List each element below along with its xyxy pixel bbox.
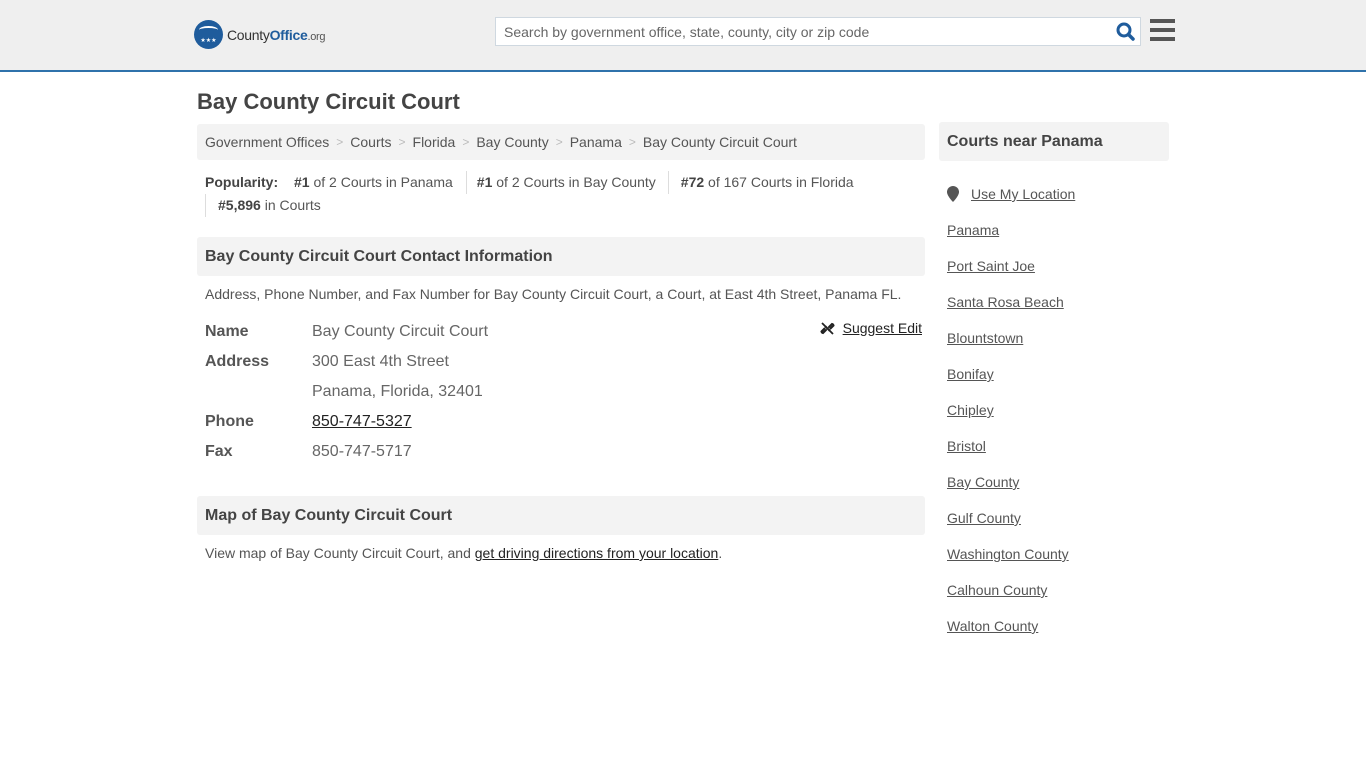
list-item: Gulf County [947, 500, 1169, 536]
search-button[interactable] [1110, 18, 1140, 45]
nearby-link-port-saint-joe[interactable]: Port Saint Joe [947, 258, 1035, 274]
logo-text: CountyOffice.org [227, 26, 326, 43]
nearby-courts-list: Use My Location Panama Port Saint Joe Sa… [939, 176, 1169, 644]
search-bar [495, 17, 1141, 46]
nearby-link-bristol[interactable]: Bristol [947, 438, 986, 454]
site-header: ★★★ CountyOffice.org [0, 0, 1366, 72]
list-item: Calhoun County [947, 572, 1169, 608]
hamburger-menu-icon[interactable] [1150, 19, 1175, 41]
list-item: Walton County [947, 608, 1169, 644]
list-item: Blountstown [947, 320, 1169, 356]
contact-section-heading: Bay County Circuit Court Contact Informa… [197, 237, 925, 276]
phone-link[interactable]: 850-747-5327 [312, 413, 412, 430]
address-row-2: Panama, Florida, 32401 [205, 377, 925, 407]
breadcrumb-separator: > [398, 135, 406, 149]
popularity-item: #1 of 2 Courts in Bay County [465, 171, 666, 194]
name-value: Bay County Circuit Court [312, 323, 489, 340]
breadcrumb-bay-county[interactable]: Bay County [476, 134, 548, 150]
address-label: Address [205, 353, 270, 370]
driving-directions-link[interactable]: get driving directions from your locatio… [475, 545, 719, 561]
list-item: Panama [947, 212, 1169, 248]
popularity-label: Popularity: [205, 174, 279, 190]
contact-description: Address, Phone Number, and Fax Number fo… [205, 286, 902, 302]
eagle-logo-icon: ★★★ [194, 20, 223, 49]
suggest-edit-link[interactable]: Suggest Edit [843, 320, 922, 336]
nearby-link-bonifay[interactable]: Bonifay [947, 366, 994, 382]
breadcrumb-courts[interactable]: Courts [350, 134, 391, 150]
suggest-edit[interactable]: Suggest Edit [820, 320, 922, 336]
breadcrumb-current: Bay County Circuit Court [642, 134, 797, 150]
breadcrumb-separator: > [336, 135, 344, 149]
name-label: Name [205, 323, 249, 340]
nearby-link-santa-rosa-beach[interactable]: Santa Rosa Beach [947, 294, 1064, 310]
map-section-heading: Map of Bay County Circuit Court [197, 496, 925, 535]
nearby-link-blountstown[interactable]: Blountstown [947, 330, 1023, 346]
list-item: Santa Rosa Beach [947, 284, 1169, 320]
fax-row: Fax 850-747-5717 [205, 437, 925, 467]
address-line1: 300 East 4th Street [312, 353, 449, 370]
site-logo[interactable]: ★★★ CountyOffice.org [194, 20, 326, 49]
list-item: Bay County [947, 464, 1169, 500]
contact-details: Suggest Edit Name Bay County Circuit Cou… [205, 317, 925, 467]
phone-label: Phone [205, 413, 254, 430]
breadcrumb-separator: > [555, 135, 563, 149]
popularity-stats: Popularity: #1 of 2 Courts in Panama #1 o… [205, 171, 925, 217]
list-item: Chipley [947, 392, 1169, 428]
breadcrumb-florida[interactable]: Florida [413, 134, 456, 150]
breadcrumb: Government Offices > Courts > Florida > … [197, 124, 925, 160]
sidebar-heading: Courts near Panama [939, 122, 1169, 161]
phone-row: Phone 850-747-5327 [205, 407, 925, 437]
breadcrumb-separator: > [628, 135, 636, 149]
search-input[interactable] [496, 18, 1110, 45]
map-description: View map of Bay County Circuit Court, an… [205, 545, 723, 561]
use-my-location[interactable]: Use My Location [947, 176, 1169, 212]
address-row: Address 300 East 4th Street [205, 347, 925, 377]
page-title: Bay County Circuit Court [197, 89, 460, 114]
name-row: Name Bay County Circuit Court [205, 317, 925, 347]
nearby-link-washington-county[interactable]: Washington County [947, 546, 1069, 562]
use-my-location-link[interactable]: Use My Location [971, 186, 1075, 202]
breadcrumb-panama[interactable]: Panama [570, 134, 622, 150]
list-item: Port Saint Joe [947, 248, 1169, 284]
list-item: Washington County [947, 536, 1169, 572]
fax-value: 850-747-5717 [312, 443, 412, 460]
nearby-link-calhoun-county[interactable]: Calhoun County [947, 582, 1047, 598]
nearby-link-walton-county[interactable]: Walton County [947, 618, 1038, 634]
breadcrumb-government-offices[interactable]: Government Offices [205, 134, 329, 150]
breadcrumb-separator: > [462, 135, 470, 149]
popularity-item: #72 of 167 Courts in Florida [667, 171, 864, 194]
nearby-link-bay-county[interactable]: Bay County [947, 474, 1019, 490]
list-item: Bristol [947, 428, 1169, 464]
nearby-link-gulf-county[interactable]: Gulf County [947, 510, 1021, 526]
nearby-link-panama[interactable]: Panama [947, 222, 999, 238]
unlink-icon [820, 321, 835, 335]
address-line2: Panama, Florida, 32401 [312, 383, 483, 400]
popularity-item: #5,896 in Courts [205, 194, 331, 217]
map-marker-icon [947, 186, 959, 202]
popularity-item: #1 of 2 Courts in Panama [294, 174, 453, 190]
list-item: Bonifay [947, 356, 1169, 392]
nearby-link-chipley[interactable]: Chipley [947, 402, 994, 418]
search-icon [1116, 22, 1135, 41]
sidebar: Courts near Panama Use My Location Panam… [939, 122, 1169, 644]
fax-label: Fax [205, 443, 233, 460]
